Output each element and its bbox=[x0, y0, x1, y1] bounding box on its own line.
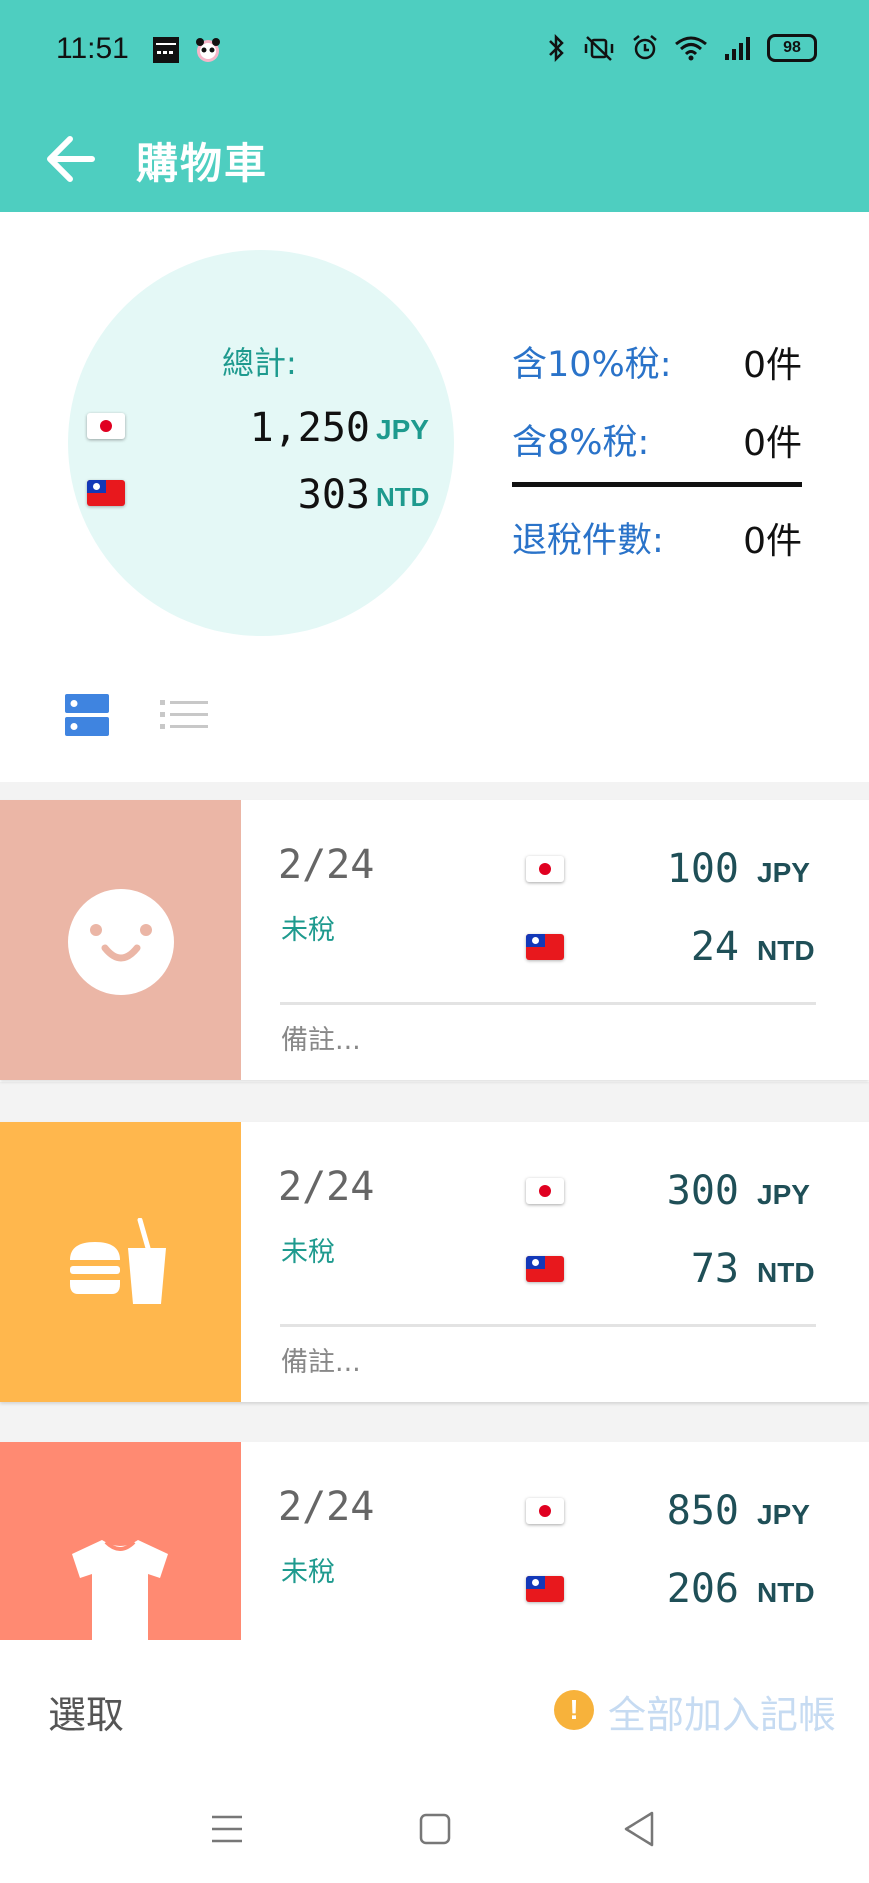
item-ntd-currency: NTD bbox=[757, 1577, 815, 1608]
item-date: 2/24 bbox=[278, 1164, 375, 1210]
list-separator bbox=[0, 782, 869, 800]
total-jpy-currency: JPY bbox=[376, 414, 429, 445]
tax10-label: 含10%稅: bbox=[512, 345, 672, 385]
bluetooth-icon bbox=[549, 34, 564, 62]
menu-icon[interactable] bbox=[210, 1814, 244, 1844]
system-nav-bar bbox=[0, 1780, 869, 1883]
tshirt-icon bbox=[72, 1540, 168, 1640]
summary-divider bbox=[512, 482, 802, 487]
panda-app-icon bbox=[196, 38, 220, 62]
home-icon[interactable] bbox=[418, 1812, 452, 1846]
burger-drink-icon bbox=[70, 1218, 166, 1304]
wifi-icon bbox=[675, 36, 707, 61]
refund-count-value: 0件 bbox=[743, 521, 802, 562]
battery-indicator: 98 bbox=[767, 34, 817, 62]
refund-count-label: 退稅件數: bbox=[512, 521, 664, 561]
japan-flag-icon bbox=[526, 1178, 564, 1204]
total-label: 總計: bbox=[222, 344, 297, 382]
item-note[interactable]: 備註... bbox=[281, 1018, 361, 1057]
status-bar: 11:51 98 bbox=[0, 0, 869, 110]
app-bar: 購物車 bbox=[0, 110, 869, 212]
taiwan-flag-icon bbox=[526, 1576, 564, 1602]
tax10-value: 0件 bbox=[743, 345, 802, 386]
item-jpy-amount: 100 bbox=[666, 846, 739, 892]
status-time: 11:51 bbox=[56, 32, 129, 65]
item-ntd-amount: 24 bbox=[690, 924, 739, 970]
cart-item[interactable]: 2/24 未稅 850 JPY 206 NTD bbox=[0, 1442, 869, 1640]
list-view-icon[interactable] bbox=[160, 697, 208, 733]
total-ntd-amount: 303 bbox=[297, 472, 370, 518]
item-ntd-amount: 73 bbox=[690, 1246, 739, 1292]
item-thumbnail bbox=[0, 1122, 241, 1402]
item-divider bbox=[280, 1002, 816, 1005]
item-jpy-amount: 850 bbox=[666, 1488, 739, 1534]
item-thumbnail bbox=[0, 800, 241, 1080]
cart-item[interactable]: 2/24 未稅 300 JPY 73 NTD 備註... bbox=[0, 1122, 869, 1402]
taiwan-flag-icon bbox=[526, 1256, 564, 1282]
japan-flag-icon bbox=[526, 1498, 564, 1524]
item-tax-status: 未稅 bbox=[281, 1557, 335, 1588]
item-date: 2/24 bbox=[278, 842, 375, 888]
item-date: 2/24 bbox=[278, 1484, 375, 1530]
item-jpy-currency: JPY bbox=[757, 857, 810, 888]
item-ntd-currency: NTD bbox=[757, 1257, 815, 1288]
item-tax-status: 未稅 bbox=[281, 1237, 335, 1268]
signal-icon bbox=[725, 37, 750, 60]
bottom-action-bar: 選取 ! 全部加入記帳 bbox=[0, 1640, 869, 1780]
item-note[interactable]: 備註... bbox=[281, 1340, 361, 1379]
total-ntd-currency: NTD bbox=[376, 482, 430, 512]
card-view-icon[interactable] bbox=[64, 693, 110, 737]
taiwan-flag-icon bbox=[87, 480, 125, 506]
select-button[interactable]: 選取 bbox=[48, 1684, 124, 1739]
warning-icon: ! bbox=[554, 1690, 594, 1730]
item-divider bbox=[280, 1324, 816, 1327]
item-jpy-amount: 300 bbox=[666, 1168, 739, 1214]
alarm-icon bbox=[633, 35, 657, 60]
item-tax-status: 未稅 bbox=[281, 915, 335, 946]
item-ntd-amount: 206 bbox=[666, 1566, 739, 1612]
smiley-face-icon bbox=[68, 889, 174, 995]
tax8-label: 含8%稅: bbox=[512, 423, 650, 463]
vibrate-mute-icon bbox=[584, 36, 614, 61]
back-triangle-icon[interactable] bbox=[622, 1810, 656, 1848]
add-all-to-ledger-button[interactable]: 全部加入記帳 bbox=[608, 1684, 836, 1739]
taiwan-flag-icon bbox=[526, 934, 564, 960]
list-separator bbox=[0, 1402, 869, 1442]
item-thumbnail bbox=[0, 1442, 241, 1640]
japan-flag-icon bbox=[526, 856, 564, 882]
arrow-left-icon[interactable] bbox=[36, 124, 106, 194]
list-separator bbox=[0, 1082, 869, 1122]
system-status-icons: 98 bbox=[545, 34, 817, 62]
item-ntd-currency: NTD bbox=[757, 935, 815, 966]
tax8-value: 0件 bbox=[743, 423, 802, 464]
item-jpy-currency: JPY bbox=[757, 1179, 810, 1210]
cart-item[interactable]: 2/24 未稅 100 JPY 24 NTD 備註... bbox=[0, 800, 869, 1080]
japan-flag-icon bbox=[87, 413, 125, 439]
page-title: 購物車 bbox=[136, 139, 269, 188]
item-jpy-currency: JPY bbox=[757, 1499, 810, 1530]
app-notification-icon bbox=[153, 37, 179, 63]
total-jpy-amount: 1,250 bbox=[249, 405, 370, 451]
